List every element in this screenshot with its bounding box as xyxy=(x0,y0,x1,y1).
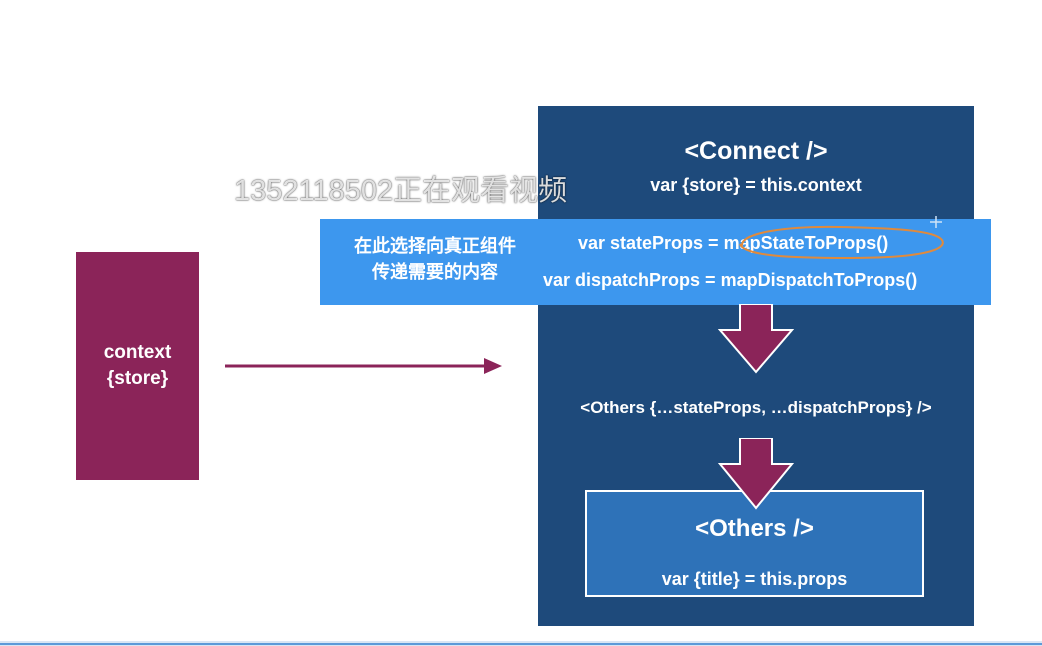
arrow-head xyxy=(484,358,502,374)
band-note-line-1: 在此选择向真正组件 xyxy=(354,236,516,256)
highlight-ellipse xyxy=(739,225,944,260)
title-from-props-line: var {title} = this.props xyxy=(661,569,848,589)
context-label: context xyxy=(103,342,172,363)
down-arrow-1-shape xyxy=(718,304,794,374)
context-store-box: context {store} xyxy=(76,252,199,480)
band-note-line-2: 传递需要的内容 xyxy=(372,262,498,282)
cursor-crosshair-icon xyxy=(930,216,942,228)
down-arrow-2 xyxy=(718,438,794,510)
viewer-watermark: 1352118502正在观看视频 xyxy=(234,175,568,207)
connect-title: <Connect /> xyxy=(684,137,828,165)
store-from-context-line: var {store} = this.context xyxy=(650,175,862,195)
player-progress-line xyxy=(0,643,1042,645)
context-to-connect-arrow xyxy=(225,358,502,374)
store-label: {store} xyxy=(106,368,169,389)
band-note: 在此选择向真正组件 传递需要的内容 xyxy=(330,233,540,285)
others-title: <Others /> xyxy=(695,515,814,542)
highlight-ellipse-stroke xyxy=(739,225,944,260)
down-arrow-2-shape xyxy=(718,438,794,510)
down-arrow-1 xyxy=(718,304,794,374)
others-spread-line: <Others {…stateProps, …dispatchProps} /> xyxy=(580,398,932,417)
dispatch-props-line: var dispatchProps = mapDispatchToProps() xyxy=(543,270,918,290)
